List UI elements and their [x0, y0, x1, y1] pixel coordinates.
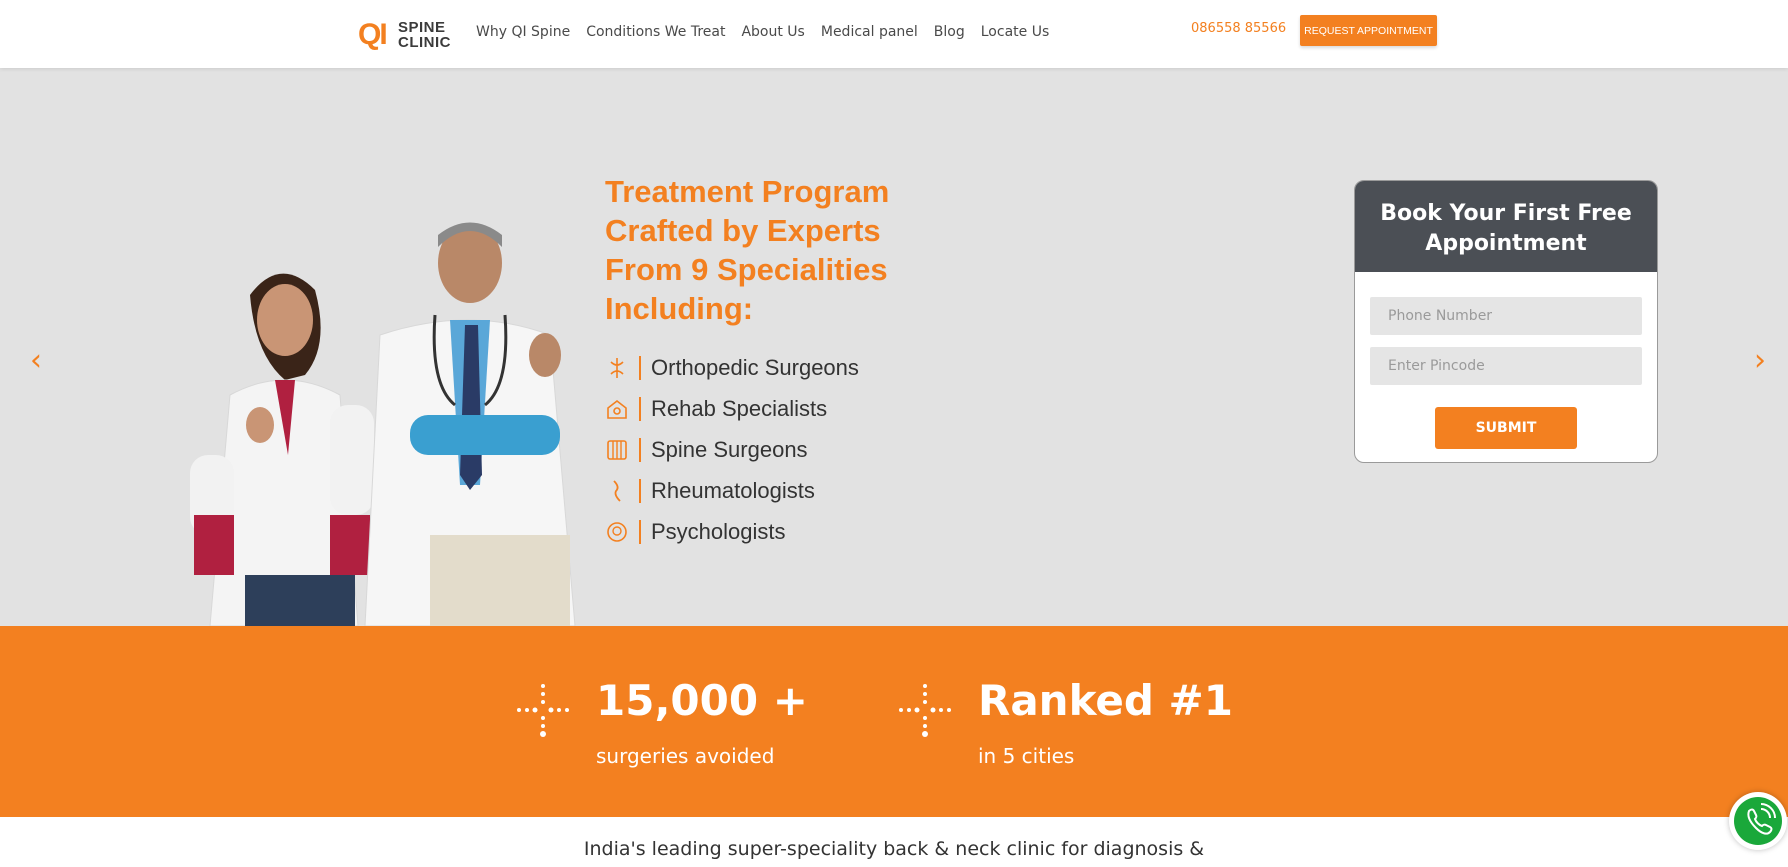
headline-line: Crafted by Experts	[605, 213, 881, 248]
headline-line: From 9 Specialities	[605, 252, 888, 287]
dots-cross-icon	[899, 684, 951, 737]
speciality-item: Spine Surgeons	[605, 429, 859, 470]
dots-cross-icon	[517, 684, 569, 737]
head-icon	[607, 521, 627, 542]
nav-medical-panel[interactable]: Medical panel	[821, 24, 918, 40]
pincode-input[interactable]	[1370, 347, 1642, 385]
site-header: QI SPINE CLINIC Why QI Spine Conditions …	[0, 0, 1788, 68]
submit-button[interactable]: SUBMIT	[1435, 407, 1577, 449]
knee-icon	[613, 479, 621, 502]
stat-value: 15,000 +	[596, 676, 808, 725]
joint-icon	[610, 357, 624, 378]
headline-line: Treatment Program	[605, 174, 890, 209]
logo-mark: QI	[358, 18, 388, 51]
hero-carousel: Treatment Program Crafted by Experts Fro…	[0, 68, 1788, 626]
logo-text: SPINE CLINIC	[398, 20, 451, 50]
speciality-label: Psychologists	[651, 518, 786, 544]
divider	[639, 396, 641, 421]
booking-title-line1: Book Your First Free	[1380, 201, 1632, 226]
speciality-item: Psychologists	[605, 511, 859, 552]
page: QI SPINE CLINIC Why QI Spine Conditions …	[0, 0, 1788, 867]
speciality-item: Rehab Specialists	[605, 388, 859, 429]
main-nav: Why QI Spine Conditions We Treat About U…	[476, 24, 1065, 40]
nav-why-qi-spine[interactable]: Why QI Spine	[476, 24, 570, 40]
phone-number-input[interactable]	[1370, 297, 1642, 335]
booking-form-title: Book Your First Free Appointment	[1355, 181, 1657, 272]
hero-headline: Treatment Program Crafted by Experts Fro…	[605, 172, 965, 328]
rehab-icon	[607, 399, 627, 419]
stats-band: 15,000 + surgeries avoided Ranked #1 in …	[0, 626, 1788, 817]
speciality-item: Rheumatologists	[605, 470, 859, 511]
divider	[639, 437, 641, 462]
stat-label: surgeries avoided	[596, 744, 775, 768]
booking-form: Book Your First Free Appointment SUBMIT	[1354, 180, 1658, 463]
speciality-label: Spine Surgeons	[651, 436, 808, 462]
stat-label: in 5 cities	[978, 744, 1075, 768]
logo-text-line2: CLINIC	[398, 34, 451, 51]
nav-conditions[interactable]: Conditions We Treat	[586, 24, 725, 40]
speciality-label: Orthopedic Surgeons	[651, 354, 859, 380]
request-appointment-button[interactable]: REQUEST APPOINTMENT	[1300, 15, 1437, 46]
booking-title-line2: Appointment	[1425, 231, 1587, 256]
chevron-right-icon[interactable]: ›	[1748, 346, 1772, 376]
doctors-image	[190, 222, 576, 626]
divider	[639, 355, 641, 380]
stat-value: Ranked #1	[978, 676, 1233, 725]
chevron-left-icon[interactable]: ‹	[24, 346, 48, 376]
speciality-list: Orthopedic Surgeons Rehab Specialists Sp…	[605, 347, 859, 552]
nav-locate-us[interactable]: Locate Us	[981, 24, 1050, 40]
nav-about-us[interactable]: About Us	[741, 24, 804, 40]
nav-blog[interactable]: Blog	[934, 24, 965, 40]
speciality-label: Rehab Specialists	[651, 395, 828, 421]
tagline: India's leading super-speciality back & …	[583, 838, 1205, 860]
spine-icon	[607, 439, 627, 460]
headline-line: Including:	[605, 291, 754, 326]
logo[interactable]: QI SPINE CLINIC	[358, 18, 454, 52]
speciality-item: Orthopedic Surgeons	[605, 347, 859, 388]
call-button[interactable]	[1729, 792, 1787, 850]
header-phone-link[interactable]: 086558 85566	[1191, 21, 1286, 36]
phone-call-icon	[1747, 803, 1776, 835]
call-button-bg	[1734, 797, 1782, 845]
speciality-label: Rheumatologists	[651, 477, 815, 503]
divider	[639, 519, 641, 544]
divider	[639, 478, 641, 503]
